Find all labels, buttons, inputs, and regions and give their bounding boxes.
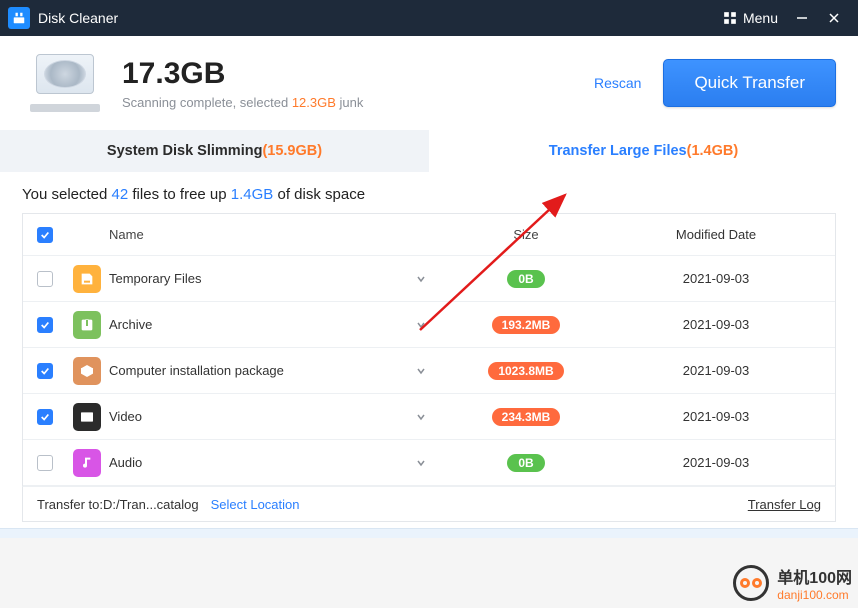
- row-checkbox[interactable]: [37, 409, 53, 425]
- transfer-path: D:/Tran...catalog: [103, 497, 199, 512]
- row-checkbox[interactable]: [37, 455, 53, 471]
- row-name: Audio: [109, 455, 401, 470]
- summary-text: 17.3GB Scanning complete, selected 12.3G…: [122, 57, 363, 110]
- col-date: Modified Date: [611, 227, 821, 242]
- select-location-link[interactable]: Select Location: [211, 497, 300, 512]
- category-icon: [73, 449, 101, 477]
- col-name: Name: [109, 227, 401, 242]
- table-row: Archive 193.2MB 2021-09-03: [23, 302, 835, 348]
- watermark-text: 单机100网: [777, 564, 852, 588]
- app-icon: [8, 7, 30, 29]
- bottom-strip: [0, 528, 858, 538]
- expand-toggle[interactable]: [401, 457, 441, 469]
- row-checkbox[interactable]: [37, 363, 53, 379]
- expand-toggle[interactable]: [401, 273, 441, 285]
- size-badge: 234.3MB: [492, 408, 561, 426]
- menu-button[interactable]: Menu: [715, 6, 786, 30]
- table-row: Computer installation package 1023.8MB 202…: [23, 348, 835, 394]
- footer-bar: Transfer to: D:/Tran...catalog Select Lo…: [22, 486, 836, 522]
- scan-status: Scanning complete, selected 12.3GB junk: [122, 95, 363, 110]
- category-icon: [73, 311, 101, 339]
- category-icon: [73, 403, 101, 431]
- main-area: 17.3GB Scanning complete, selected 12.3G…: [0, 36, 858, 538]
- size-badge: 0B: [507, 454, 545, 472]
- watermark: 单机100网 danji100.com: [733, 564, 852, 602]
- close-button[interactable]: [818, 4, 850, 32]
- category-icon: [73, 265, 101, 293]
- table-row: Video 234.3MB 2021-09-03: [23, 394, 835, 440]
- select-all-checkbox[interactable]: [37, 227, 53, 243]
- row-date: 2021-09-03: [611, 409, 821, 424]
- summary-bar: 17.3GB Scanning complete, selected 12.3G…: [0, 36, 858, 130]
- menu-label: Menu: [743, 10, 778, 26]
- row-date: 2021-09-03: [611, 317, 821, 332]
- tab-transfer-large-files[interactable]: Transfer Large Files (1.4GB): [429, 130, 858, 172]
- row-name: Archive: [109, 317, 401, 332]
- col-size: Size: [441, 227, 611, 242]
- row-date: 2021-09-03: [611, 271, 821, 286]
- free-size: 1.4GB: [231, 186, 274, 203]
- table-row: Temporary Files 0B 2021-09-03: [23, 256, 835, 302]
- tabs: System Disk Slimming (15.9GB) Transfer L…: [0, 130, 858, 172]
- selected-junk-size: 12.3GB: [292, 95, 336, 110]
- row-name: Temporary Files: [109, 271, 401, 286]
- row-date: 2021-09-03: [611, 363, 821, 378]
- row-checkbox[interactable]: [37, 271, 53, 287]
- expand-toggle[interactable]: [401, 365, 441, 377]
- size-badge: 1023.8MB: [488, 362, 563, 380]
- watermark-logo-icon: [733, 565, 769, 601]
- row-name: Video: [109, 409, 401, 424]
- selection-summary: You selected 42 files to free up 1.4GB o…: [0, 172, 858, 213]
- table-row: Audio 0B 2021-09-03: [23, 440, 835, 486]
- title-bar: Disk Cleaner Menu: [0, 0, 858, 36]
- tab-system-disk-slimming[interactable]: System Disk Slimming (15.9GB): [0, 130, 429, 172]
- total-size: 17.3GB: [122, 57, 363, 91]
- transfer-log-link[interactable]: Transfer Log: [748, 497, 821, 512]
- app-title: Disk Cleaner: [38, 10, 715, 26]
- watermark-domain: danji100.com: [777, 588, 852, 602]
- row-checkbox[interactable]: [37, 317, 53, 333]
- expand-toggle[interactable]: [401, 411, 441, 423]
- size-badge: 0B: [507, 270, 545, 288]
- row-name: Computer installation package: [109, 363, 401, 378]
- rescan-link[interactable]: Rescan: [594, 75, 641, 91]
- row-date: 2021-09-03: [611, 455, 821, 470]
- file-table: Name Size Modified Date Temporary Files 0…: [22, 213, 836, 486]
- disk-icon: [30, 54, 100, 112]
- quick-transfer-button[interactable]: Quick Transfer: [663, 59, 836, 107]
- category-icon: [73, 357, 101, 385]
- table-header: Name Size Modified Date: [23, 214, 835, 256]
- minimize-button[interactable]: [786, 4, 818, 32]
- size-badge: 193.2MB: [492, 316, 561, 334]
- selected-count: 42: [112, 186, 129, 203]
- expand-toggle[interactable]: [401, 319, 441, 331]
